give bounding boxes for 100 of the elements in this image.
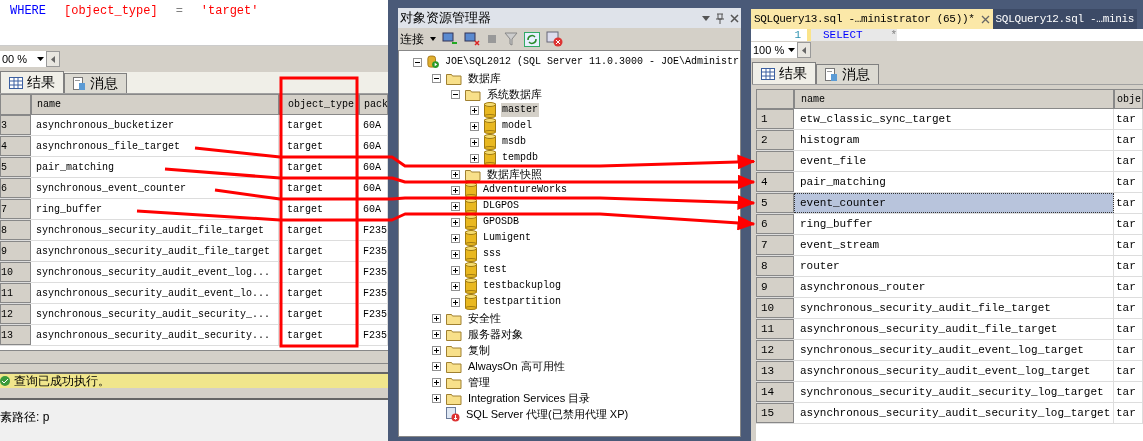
expand-icon[interactable] bbox=[470, 121, 479, 131]
collapse-icon[interactable] bbox=[451, 89, 460, 99]
expand-icon[interactable] bbox=[470, 153, 479, 163]
tree-item[interactable]: 数据库 bbox=[467, 71, 502, 85]
expand-icon[interactable] bbox=[451, 233, 460, 243]
tree-item[interactable]: Integration Services 目录 bbox=[467, 391, 592, 405]
row-header[interactable]: 10 bbox=[756, 298, 794, 318]
result-tab[interactable]: 结果 bbox=[752, 62, 816, 84]
result-tab[interactable]: 消息 bbox=[816, 64, 879, 84]
row-header[interactable]: 8 bbox=[0, 220, 31, 240]
row-header[interactable]: 12 bbox=[756, 340, 794, 360]
row-header[interactable]: 9 bbox=[0, 241, 31, 261]
zoom-dropdown[interactable]: 100 % bbox=[751, 42, 797, 58]
pin-icon[interactable] bbox=[716, 12, 724, 24]
caret-icon[interactable] bbox=[430, 37, 436, 41]
tree-item[interactable]: SQL Server 代理(已禁用代理 XP) bbox=[465, 407, 630, 421]
expand-icon[interactable] bbox=[432, 329, 441, 339]
expand-icon[interactable] bbox=[451, 169, 460, 179]
column-header[interactable]: object_type bbox=[279, 94, 359, 115]
row-header[interactable]: 11 bbox=[0, 283, 31, 303]
tree-item[interactable]: DLGPOS bbox=[482, 199, 520, 213]
code-editor[interactable]: 1 SELECT * bbox=[751, 29, 1143, 41]
tree-item[interactable]: tempdb bbox=[501, 151, 539, 165]
column-header[interactable]: name bbox=[31, 94, 279, 115]
row-header[interactable]: 5 bbox=[0, 157, 31, 177]
tree-item[interactable]: testbackuplog bbox=[482, 279, 562, 293]
expand-icon[interactable] bbox=[451, 265, 460, 275]
expand-icon[interactable] bbox=[451, 217, 460, 227]
column-header[interactable]: pack bbox=[359, 94, 388, 115]
tree-item[interactable]: 复制 bbox=[467, 343, 491, 357]
expand-icon[interactable] bbox=[470, 105, 479, 115]
tree-item[interactable]: 系统数据库 bbox=[486, 87, 543, 101]
connect-button[interactable]: 连接 bbox=[400, 30, 424, 48]
row-header[interactable]: 8 bbox=[756, 256, 794, 276]
row-header[interactable]: 15 bbox=[756, 403, 794, 423]
column-header[interactable]: obje bbox=[1114, 89, 1143, 109]
tree-item[interactable]: JOE\SQL2012 (SQL Server 11.0.3000 - JOE\Administr bbox=[443, 55, 740, 69]
row-header[interactable]: 1 bbox=[756, 109, 794, 129]
result-tab[interactable]: 结果 bbox=[0, 71, 64, 93]
row-header[interactable]: 5 bbox=[756, 193, 794, 213]
close-icon[interactable] bbox=[730, 13, 739, 23]
expand-icon[interactable] bbox=[470, 137, 479, 147]
tree-item[interactable]: test bbox=[482, 263, 508, 277]
row-header[interactable]: 4 bbox=[0, 136, 31, 156]
row-header[interactable]: 7 bbox=[0, 199, 31, 219]
code-editor[interactable]: WHERE [object_type] = 'target' bbox=[0, 0, 388, 46]
result-tab[interactable]: 消息 bbox=[64, 73, 127, 93]
close-icon[interactable] bbox=[980, 14, 990, 24]
tree-item[interactable]: model bbox=[501, 119, 533, 133]
refresh-icon[interactable] bbox=[524, 31, 540, 47]
tree-item[interactable]: 管理 bbox=[467, 375, 491, 389]
expand-icon[interactable] bbox=[432, 313, 441, 323]
row-header[interactable]: 13 bbox=[0, 325, 31, 345]
table-cell: tar bbox=[1114, 382, 1143, 402]
expand-icon[interactable] bbox=[451, 281, 460, 291]
row-header[interactable]: 3 bbox=[0, 115, 31, 135]
collapse-icon[interactable] bbox=[432, 73, 441, 83]
expand-icon[interactable] bbox=[451, 185, 460, 195]
column-header[interactable]: name bbox=[794, 89, 1114, 109]
tree-item[interactable]: AdventureWorks bbox=[482, 183, 568, 197]
tree-item[interactable]: msdb bbox=[501, 135, 527, 149]
tree-item[interactable]: master bbox=[501, 103, 539, 117]
expand-icon[interactable] bbox=[451, 201, 460, 211]
row-header[interactable]: 6 bbox=[0, 178, 31, 198]
dropdown-icon[interactable] bbox=[702, 15, 710, 21]
stop-activity-icon[interactable] bbox=[546, 31, 564, 47]
row-header[interactable]: 11 bbox=[756, 319, 794, 339]
zoom-dropdown[interactable]: 00 % bbox=[0, 51, 46, 67]
expand-icon[interactable] bbox=[432, 377, 441, 387]
tree-item[interactable]: 数据库快照 bbox=[486, 167, 543, 181]
scroll-left-button[interactable] bbox=[797, 42, 811, 58]
row-header[interactable]: 7 bbox=[756, 235, 794, 255]
tree-item[interactable]: sss bbox=[482, 247, 502, 261]
row-header[interactable]: 4 bbox=[756, 172, 794, 192]
row-header[interactable]: 12 bbox=[0, 304, 31, 324]
row-header[interactable]: 9 bbox=[756, 277, 794, 297]
row-header[interactable]: 2 bbox=[756, 130, 794, 150]
tree-item[interactable]: 服务器对象 bbox=[467, 327, 524, 341]
scroll-left-button[interactable] bbox=[46, 51, 60, 67]
disconnect-server-icon[interactable] bbox=[464, 32, 480, 46]
row-header[interactable]: 13 bbox=[756, 361, 794, 381]
table-cell: pair_matching bbox=[794, 172, 1114, 192]
tree-item[interactable]: 安全性 bbox=[467, 311, 502, 325]
tree-item[interactable]: GPOSDB bbox=[482, 215, 520, 229]
collapse-icon[interactable] bbox=[413, 57, 422, 67]
expand-icon[interactable] bbox=[451, 249, 460, 259]
expand-icon[interactable] bbox=[451, 297, 460, 307]
expand-icon[interactable] bbox=[432, 345, 441, 355]
horizontal-scrollbar[interactable] bbox=[0, 350, 388, 364]
row-header[interactable]: 10 bbox=[0, 262, 31, 282]
expand-icon[interactable] bbox=[432, 393, 441, 403]
expand-icon[interactable] bbox=[432, 361, 441, 371]
tree-item[interactable]: AlwaysOn 高可用性 bbox=[467, 359, 566, 373]
row-header[interactable]: 6 bbox=[756, 214, 794, 234]
document-tab[interactable]: SQLQuery13.sql -…ministrator (65))* bbox=[751, 9, 993, 29]
connect-server-icon[interactable] bbox=[442, 32, 458, 46]
tree-item[interactable]: Lumigent bbox=[482, 231, 532, 245]
tree-item[interactable]: testpartition bbox=[482, 295, 562, 309]
row-header[interactable]: 14 bbox=[756, 382, 794, 402]
document-tab[interactable]: SQLQuery12.sql -…minis bbox=[992, 9, 1138, 29]
